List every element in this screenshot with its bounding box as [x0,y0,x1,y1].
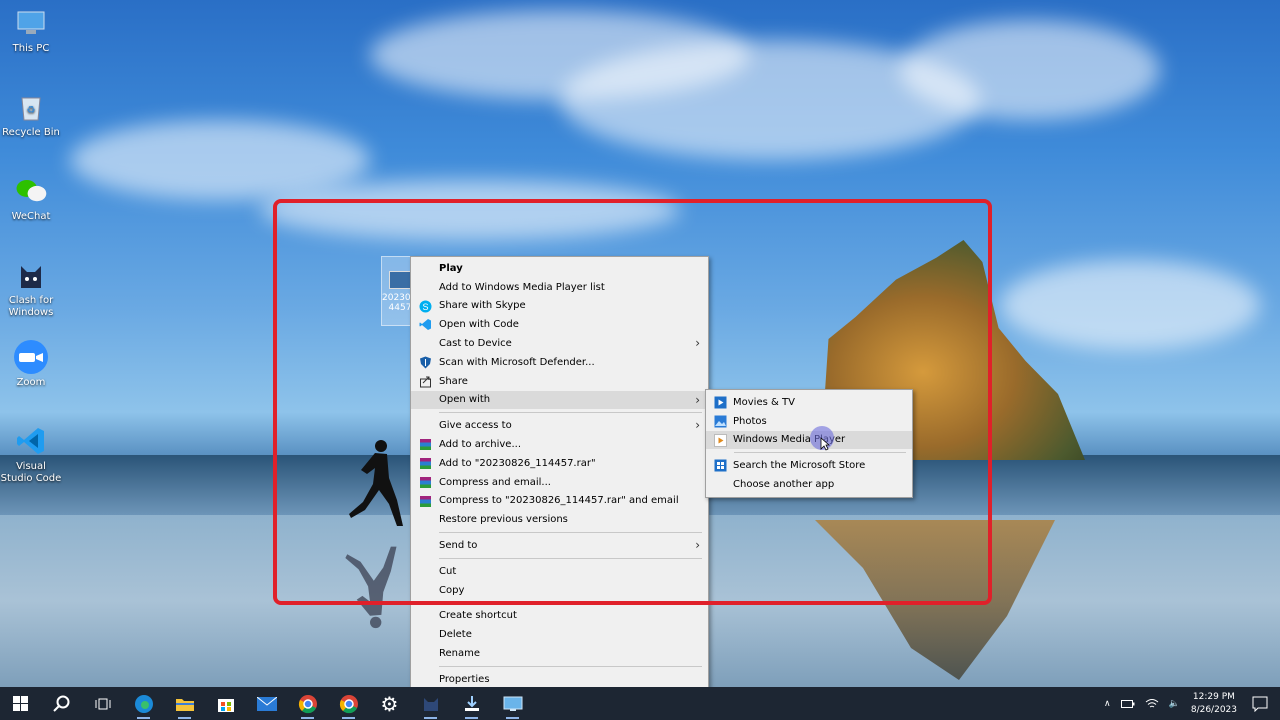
edge-icon [134,694,153,713]
desktop-icon-label: WeChat [11,211,51,222]
task-view-icon [95,698,110,709]
taskbar-edge[interactable] [123,687,164,720]
svg-text:♻: ♻ [27,105,36,116]
menu-item-label: Properties [439,673,490,685]
taskbar-chrome-1[interactable] [287,687,328,720]
menu-item-label: Create shortcut [439,610,517,622]
windows-logo-icon [13,696,28,711]
chrome-icon [298,694,317,713]
highlight-frame [273,199,992,605]
taskbar-settings[interactable]: ⚙ [369,687,410,720]
desktop-icon-wechat[interactable]: WeChat [0,174,62,223]
chevron-up-icon[interactable]: ∧ [1104,699,1111,709]
menu-item-label: Delete [439,629,472,641]
download-installer-icon [464,695,479,711]
search-icon [52,695,69,712]
notification-icon[interactable] [1252,696,1268,712]
zoom-icon [14,340,48,374]
desktop-icon-label: Clash for Windows [8,295,54,318]
desktop-icon-label: Recycle Bin [2,127,60,138]
wechat-icon [14,174,48,208]
menu-item-delete[interactable]: Delete [411,625,708,644]
desktop-icon-recycle-bin[interactable]: ♻ Recycle Bin [0,90,62,139]
computer-icon [14,6,48,40]
volume-icon[interactable]: 🔈 [1169,699,1180,709]
desktop-icon-vscode[interactable]: Visual Studio Code [0,424,62,485]
battery-icon[interactable] [1120,699,1135,709]
remote-desktop-icon [503,696,522,711]
desktop-icon-this-pc[interactable]: This PC [0,6,62,55]
desktop-icon-zoom[interactable]: Zoom [0,340,62,389]
taskbar-clash[interactable] [410,687,451,720]
taskbar: ⚙ ∧ 🔈 12:29 PM 8/26/2023 [0,687,1280,720]
chrome-icon [339,694,358,713]
clock-date: 8/26/2023 [1190,704,1237,715]
menu-item-rename[interactable]: Rename [411,644,708,663]
taskbar-chrome-2[interactable] [328,687,369,720]
taskbar-store[interactable] [205,687,246,720]
vscode-icon [14,424,48,458]
start-button[interactable] [0,687,41,720]
menu-separator [439,665,702,667]
taskbar-file-explorer[interactable] [164,687,205,720]
taskbar-clock[interactable]: 12:29 PM 8/26/2023 [1191,691,1237,717]
wifi-icon[interactable] [1145,698,1159,710]
clock-time: 12:29 PM [1192,691,1235,702]
clash-cat-icon [423,697,438,711]
desktop-icon-label: Visual Studio Code [0,461,62,484]
store-icon [217,698,234,712]
mail-icon [256,696,277,711]
menu-item-label: Rename [439,648,481,660]
desktop-icon-clash[interactable]: Clash for Windows [0,258,62,319]
taskbar-remote-desktop[interactable] [492,687,533,720]
taskbar-installer[interactable] [451,687,492,720]
clash-cat-icon [14,258,48,292]
menu-item-properties[interactable]: Properties [411,670,708,689]
search-button[interactable] [41,687,82,720]
menu-item-create-shortcut[interactable]: Create shortcut [411,607,708,626]
desktop-icon-label: Zoom [16,377,46,388]
gear-icon: ⚙ [380,691,399,716]
recycle-bin-icon: ♻ [14,90,48,124]
desktop-icon-label: This PC [12,43,50,54]
task-view-button[interactable] [82,687,123,720]
folder-icon [175,698,194,711]
system-tray: ∧ 🔈 12:29 PM 8/26/2023 [1099,687,1280,720]
taskbar-mail[interactable] [246,687,287,720]
